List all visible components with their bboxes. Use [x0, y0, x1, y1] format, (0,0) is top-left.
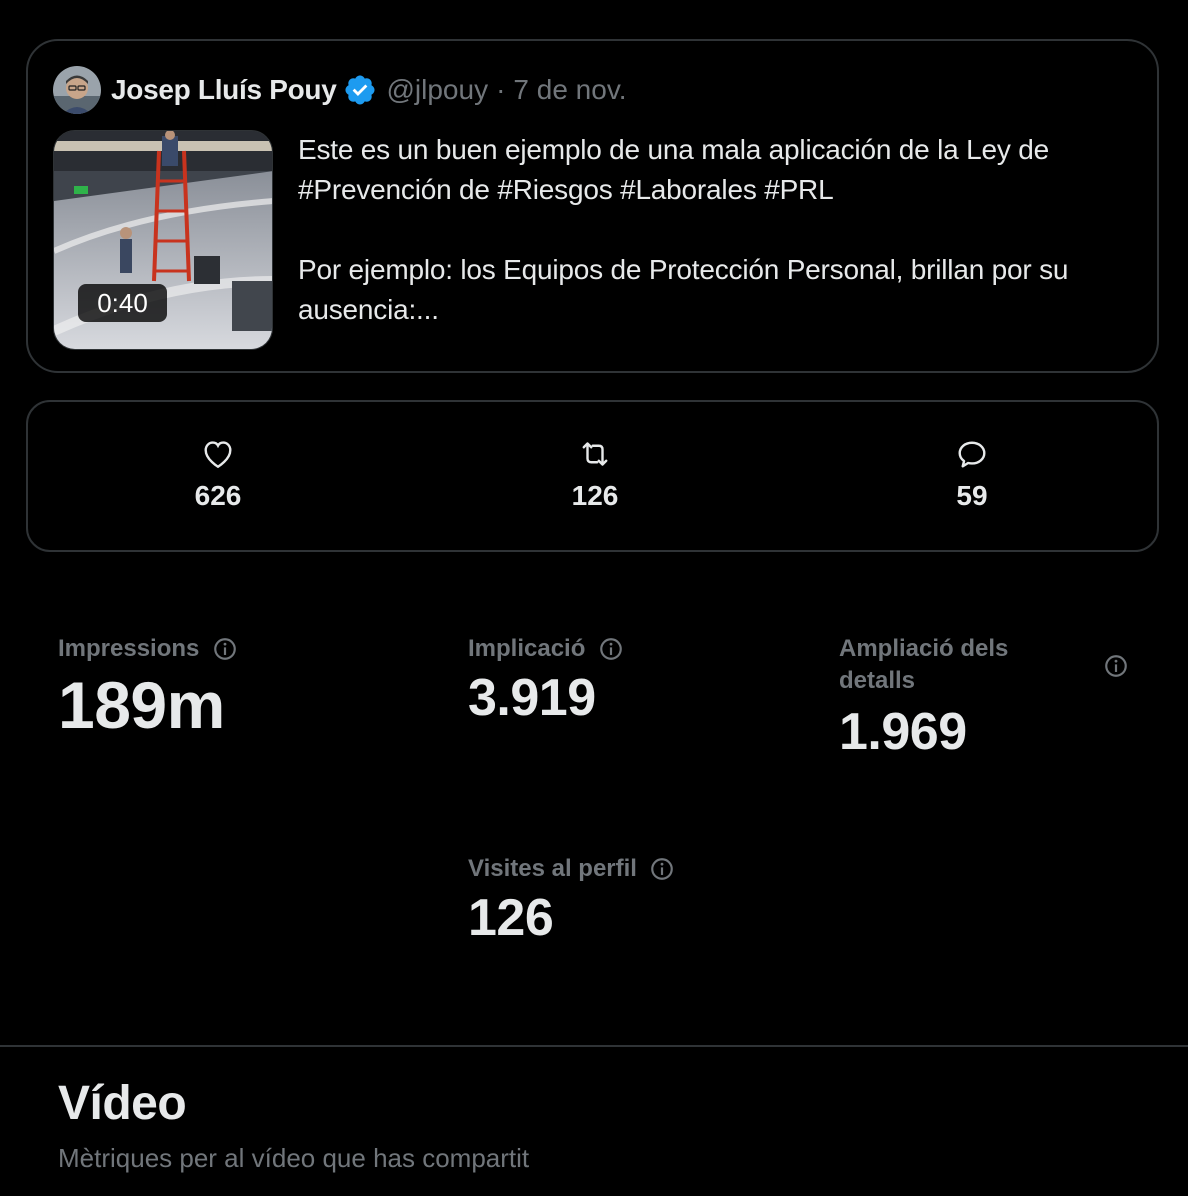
engagement-value: 3.919	[468, 669, 596, 727]
info-icon[interactable]	[649, 856, 675, 882]
separator-dot: ·	[496, 74, 506, 105]
video-section-title: Vídeo	[58, 1077, 187, 1130]
replies-stat: 59	[892, 436, 1052, 512]
impressions-metric: Impressions 189m	[58, 633, 238, 745]
tweet-text: Este es un buen ejemplo de una mala apli…	[298, 134, 1069, 325]
detail-expands-metric: Ampliació dels detalls 1.969	[839, 633, 1139, 765]
video-duration-badge: 0:40	[78, 284, 167, 322]
avatar[interactable]	[53, 66, 101, 114]
author-name[interactable]: Josep Lluís Pouy	[111, 74, 337, 106]
replies-count: 59	[956, 480, 988, 511]
engagement-label: Implicació	[468, 635, 586, 662]
tweet-date[interactable]: 7 de nov.	[513, 74, 626, 106]
impressions-value: 189m	[58, 668, 225, 742]
reposts-stat: 126	[515, 436, 675, 512]
impressions-label: Impressions	[58, 635, 200, 662]
info-icon[interactable]	[598, 636, 624, 662]
profile-visits-value: 126	[468, 889, 554, 947]
section-divider	[0, 1045, 1188, 1047]
engagement-metric: Implicació 3.919	[468, 633, 624, 731]
detail-expands-label: Ampliació dels detalls	[839, 635, 1009, 694]
tweet-header: Josep Lluís Pouy @jlpouy · 7 de nov.	[53, 65, 627, 115]
info-icon[interactable]	[1103, 653, 1129, 679]
verified-badge-icon	[345, 75, 376, 105]
detail-expands-value: 1.969	[839, 703, 967, 761]
profile-visits-label: Visites al perfil	[468, 855, 637, 882]
quoted-tweet-card[interactable]: Josep Lluís Pouy @jlpouy · 7 de nov. 0:4…	[26, 39, 1159, 373]
info-icon[interactable]	[212, 636, 238, 662]
reply-icon	[958, 441, 986, 468]
likes-count: 626	[194, 480, 242, 511]
video-section-subtitle: Mètriques per al vídeo que has compartit	[58, 1143, 530, 1173]
engagement-summary: 626 126 59	[26, 400, 1159, 552]
profile-visits-metric: Visites al perfil 126	[468, 853, 675, 951]
repost-icon	[582, 442, 608, 466]
author-handle[interactable]: @jlpouy	[386, 74, 488, 106]
video-thumbnail[interactable]: 0:40	[53, 130, 273, 350]
likes-stat: 626	[138, 436, 298, 512]
reposts-count: 126	[571, 480, 619, 511]
heart-icon	[204, 441, 232, 469]
